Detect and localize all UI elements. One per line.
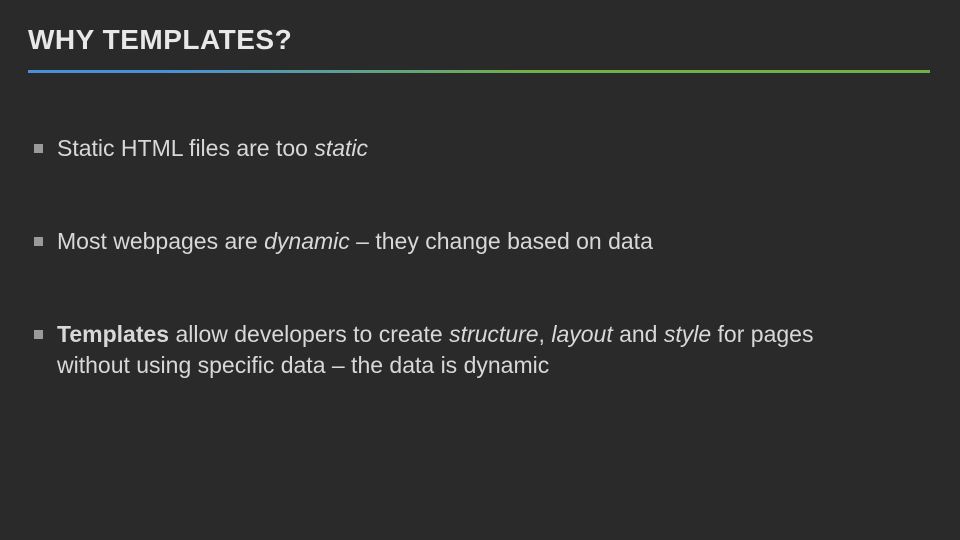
bullet-text: Most webpages are dynamic – they change … [57,226,892,257]
bullet-text: Templates allow developers to create str… [57,319,892,381]
list-item: Templates allow developers to create str… [34,319,892,381]
bullet-icon [34,237,43,246]
bullet-list: Static HTML files are too static Most we… [28,133,932,381]
title-divider [28,70,930,73]
bullet-text: Static HTML files are too static [57,133,892,164]
bullet-icon [34,144,43,153]
list-item: Static HTML files are too static [34,133,892,164]
slide: WHY TEMPLATES? Static HTML files are too… [0,0,960,540]
slide-title: WHY TEMPLATES? [28,24,932,56]
list-item: Most webpages are dynamic – they change … [34,226,892,257]
bullet-icon [34,330,43,339]
